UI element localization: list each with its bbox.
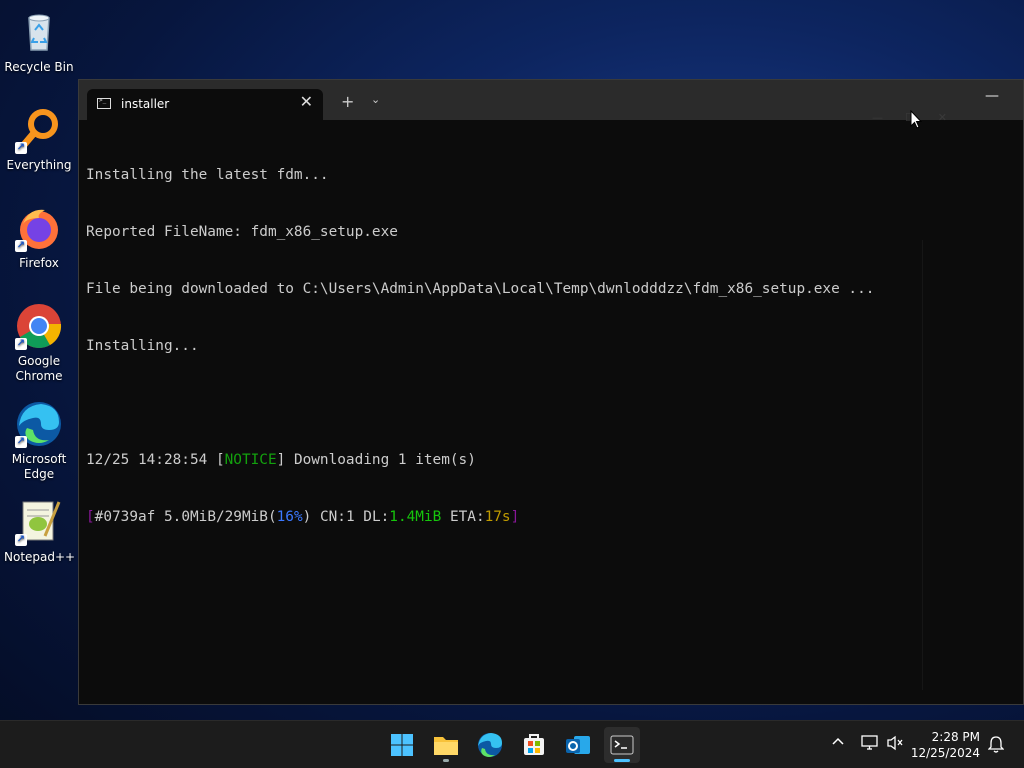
download-size: 5.0MiB/29MiB [164, 509, 268, 525]
mouse-cursor-icon [910, 109, 923, 134]
output-line: Installing the latest fdm... [86, 167, 329, 183]
desktop-icon-edge[interactable]: ↗ Microsoft Edge [4, 400, 74, 482]
notepadpp-icon: ↗ [15, 498, 63, 546]
firefox-icon: ↗ [15, 204, 63, 252]
shortcut-arrow-icon: ↗ [15, 534, 27, 546]
terminal-tab-icon [97, 97, 111, 109]
taskbar-store[interactable] [516, 727, 552, 763]
bracket-open: [ [86, 509, 95, 525]
chrome-icon: ↗ [15, 302, 63, 350]
eta-value: 17s [484, 509, 511, 525]
running-indicator [443, 759, 449, 762]
ghost-minimize-icon: — [872, 111, 883, 124]
store-icon [524, 734, 544, 755]
dl-speed: 1.4MiB [389, 509, 442, 525]
output-line: Reported FileName: fdm_x86_setup.exe [86, 224, 398, 240]
tab-title: installer [121, 97, 170, 111]
clock-date: 12/25/2024 [910, 746, 980, 760]
desktop-icon-notepadpp[interactable]: ↗ Notepad++ [4, 498, 75, 565]
scrollbar-track[interactable] [922, 240, 923, 690]
progress-line: [#0739af 5.0MiB/29MiB(16%) CN:1 DL:1.4Mi… [86, 509, 520, 525]
shortcut-arrow-icon: ↗ [15, 142, 27, 154]
outlook-icon [566, 736, 590, 754]
terminal-icon [610, 735, 634, 755]
network-icon[interactable] [861, 735, 879, 754]
eta-label: ETA: [449, 509, 485, 525]
recycle-bin-icon [15, 8, 63, 56]
taskbar-file-explorer[interactable] [428, 727, 464, 763]
notice-timestamp: 12/25 14:28:54 [86, 452, 208, 468]
download-gid: #0739af [94, 509, 156, 525]
active-indicator [614, 759, 630, 762]
minimize-button[interactable]: — [985, 88, 999, 104]
download-percent: 16% [276, 509, 303, 525]
start-icon [391, 734, 413, 756]
desktop-icon-firefox[interactable]: ↗ Firefox [4, 204, 74, 271]
dl-label: DL: [363, 509, 390, 525]
shortcut-arrow-icon: ↗ [15, 240, 27, 252]
taskbar-edge[interactable] [472, 727, 508, 763]
new-tab-button[interactable]: + [341, 92, 354, 111]
file-explorer-icon [434, 737, 458, 755]
system-clock[interactable]: 2:28 PM 12/25/2024 [911, 729, 980, 761]
terminal-window[interactable]: installer ✕ + ⌄ — ☐ ✕ — Installing the l… [78, 79, 1024, 705]
desktop-icon-recycle-bin[interactable]: Recycle Bin [4, 8, 74, 75]
desktop-icon-everything[interactable]: ↗ Everything [4, 106, 74, 173]
terminal-output[interactable]: Installing the latest fdm... Reported Fi… [86, 128, 1023, 565]
shortcut-arrow-icon: ↗ [15, 338, 27, 350]
notice-message: Downloading 1 item(s) [293, 452, 476, 468]
taskbar: 2:28 PM 12/25/2024 [0, 720, 1024, 768]
output-line: Installing... [86, 338, 199, 354]
clock-time: 2:28 PM [931, 730, 980, 744]
tab-installer[interactable]: installer ✕ [87, 89, 323, 120]
volume-muted-icon[interactable] [886, 735, 904, 754]
notice-level: NOTICE [224, 452, 277, 468]
bracket-close: ] [510, 509, 520, 525]
ghost-close-icon: ✕ [937, 111, 947, 124]
shortcut-arrow-icon: ↗ [15, 436, 27, 448]
connections: CN:1 [319, 509, 355, 525]
notice-line: 12/25 14:28:54 [NOTICE] Downloading 1 it… [86, 452, 476, 468]
edge-icon [478, 733, 502, 757]
edge-icon: ↗ [15, 400, 63, 448]
taskbar-outlook[interactable] [560, 727, 596, 763]
window-titlebar[interactable]: installer ✕ + ⌄ — ☐ ✕ — [79, 80, 1023, 124]
notification-bell-icon[interactable] [987, 735, 1005, 756]
output-line: File being downloaded to C:\Users\Admin\… [86, 281, 875, 297]
tab-dropdown-button[interactable]: ⌄ [371, 93, 380, 106]
start-button[interactable] [384, 727, 420, 763]
taskbar-terminal[interactable] [604, 727, 640, 763]
desktop-icon-chrome[interactable]: ↗ Google Chrome [4, 302, 74, 384]
everything-search-icon: ↗ [15, 106, 63, 154]
close-tab-icon[interactable]: ✕ [300, 92, 313, 111]
show-hidden-icons-chevron-icon[interactable] [832, 735, 844, 749]
